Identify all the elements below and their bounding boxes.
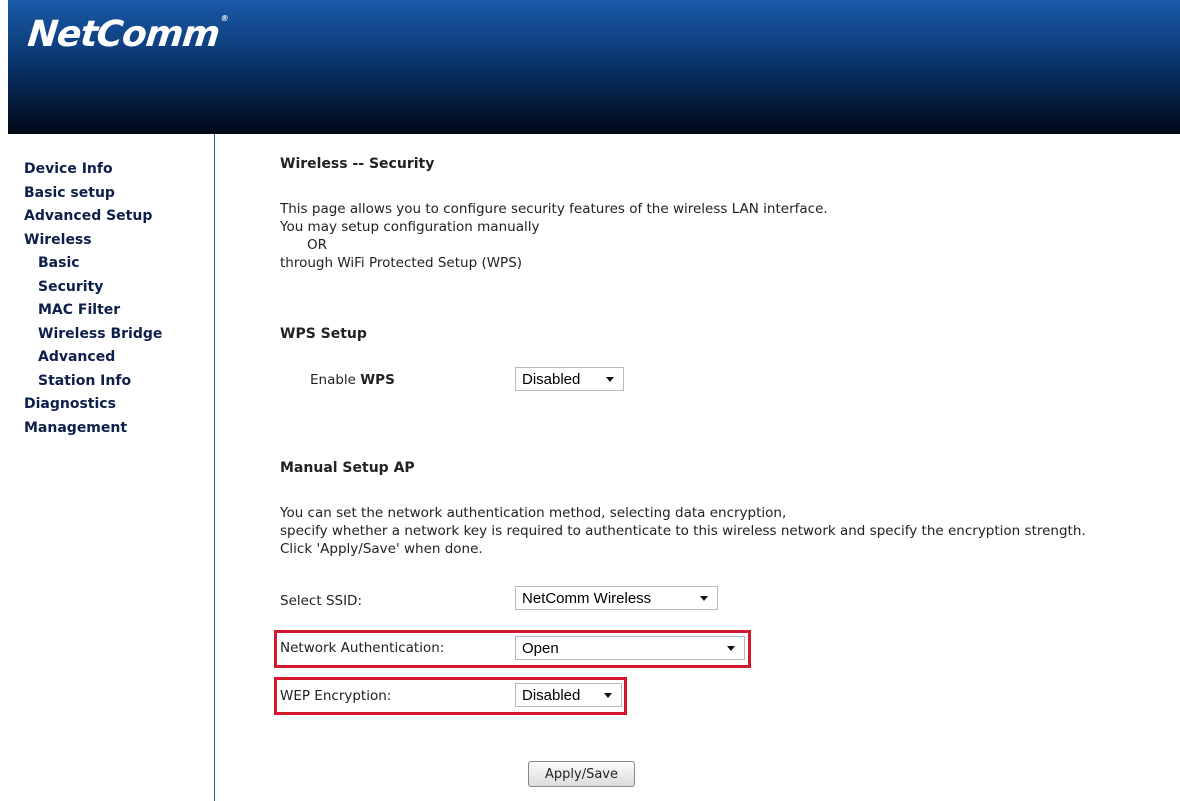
enable-wps-select[interactable]: Disabled <box>515 367 624 391</box>
wep-encryption-label: WEP Encryption: <box>280 688 392 704</box>
sidebar-item-station-info[interactable]: Station Info <box>24 370 162 394</box>
ssid-select[interactable]: NetComm Wireless <box>515 586 718 610</box>
sidebar-item-advanced-setup[interactable]: Advanced Setup <box>24 205 162 229</box>
wps-setup-heading: WPS Setup <box>280 326 367 342</box>
select-ssid-label: Select SSID: <box>280 593 363 609</box>
network-authentication-label: Network Authentication: <box>280 640 445 656</box>
chevron-down-icon <box>606 376 614 382</box>
page-title: Wireless -- Security <box>280 156 435 172</box>
sidebar-item-wireless[interactable]: Wireless <box>24 229 162 253</box>
sidebar-item-wireless-basic[interactable]: Basic <box>24 252 162 276</box>
manual-desc-2: specify whether a network key is require… <box>280 523 1086 539</box>
netcomm-logo: NetComm® <box>25 14 229 55</box>
intro-or: OR <box>307 237 328 253</box>
sidebar-item-wireless-advanced[interactable]: Advanced <box>24 346 162 370</box>
manual-setup-heading: Manual Setup AP <box>280 460 415 476</box>
network-authentication-select[interactable]: Open <box>515 636 745 660</box>
sidebar-nav: Device Info Basic setup Advanced Setup W… <box>24 158 162 440</box>
sidebar-item-wireless-bridge[interactable]: Wireless Bridge <box>24 323 162 347</box>
chevron-down-icon <box>604 692 612 698</box>
intro-line-2: You may setup configuration manually <box>280 219 540 235</box>
manual-desc-1: You can set the network authentication m… <box>280 505 787 521</box>
sidebar-item-mac-filter[interactable]: MAC Filter <box>24 299 162 323</box>
wep-encryption-select[interactable]: Disabled <box>515 683 622 707</box>
sidebar: Device Info Basic setup Advanced Setup W… <box>8 134 215 801</box>
enable-wps-label: Enable WPS <box>310 372 395 388</box>
sidebar-item-diagnostics[interactable]: Diagnostics <box>24 393 162 417</box>
manual-desc-3: Click 'Apply/Save' when done. <box>280 541 483 557</box>
header-banner: NetComm® <box>8 0 1180 134</box>
sidebar-item-wireless-security[interactable]: Security <box>24 276 162 300</box>
sidebar-item-device-info[interactable]: Device Info <box>24 158 162 182</box>
sidebar-item-management[interactable]: Management <box>24 417 162 441</box>
intro-line-3: through WiFi Protected Setup (WPS) <box>280 255 523 271</box>
apply-save-button[interactable]: Apply/Save <box>528 761 635 787</box>
chevron-down-icon <box>727 645 735 651</box>
chevron-down-icon <box>700 595 708 601</box>
intro-line-1: This page allows you to configure securi… <box>280 201 828 217</box>
sidebar-item-basic-setup[interactable]: Basic setup <box>24 182 162 206</box>
